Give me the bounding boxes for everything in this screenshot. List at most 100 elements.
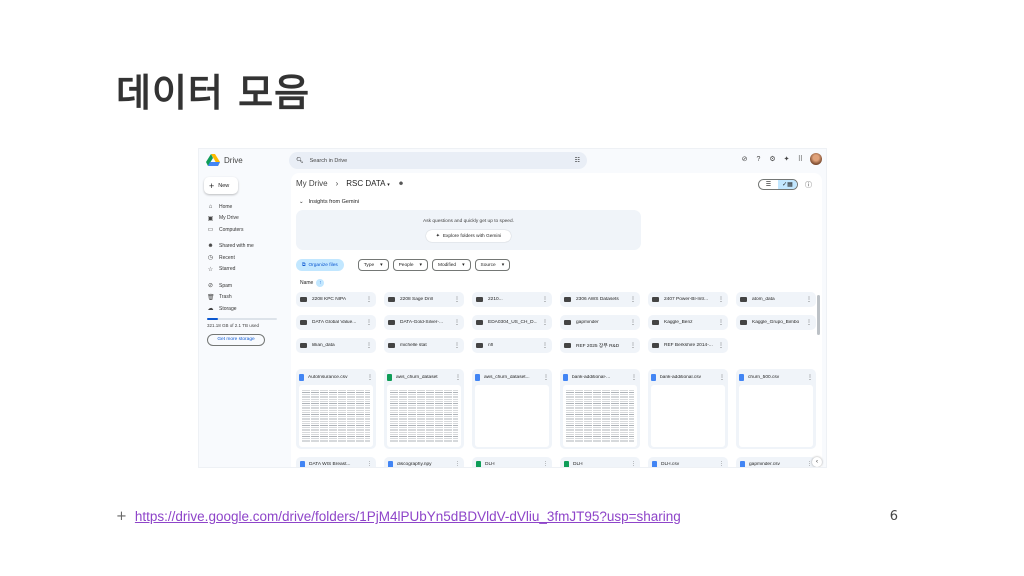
file-card[interactable]: churn_500.csv ⋮ [736, 369, 816, 449]
search-bar[interactable]: 🔍︎ Search in Drive ☷ [289, 152, 587, 169]
scrollbar[interactable] [817, 295, 820, 335]
file-card[interactable]: DLH ⋮ [560, 457, 640, 467]
sidebar-item-starred[interactable]: ☆ Starred [207, 264, 287, 276]
more-options-icon[interactable]: ⋮ [806, 319, 812, 326]
file-card[interactable]: bank-additional-... ⋮ [560, 369, 640, 449]
link-line: + https://drive.google.com/drive/folders… [116, 509, 681, 524]
more-options-icon[interactable]: ⋮ [542, 342, 548, 349]
folder-item[interactable]: nfl ⋮ [472, 338, 552, 353]
list-view-icon[interactable]: ☰ [759, 180, 778, 189]
folder-item[interactable]: 2208 Sage Drill ⋮ [384, 292, 464, 307]
sidebar-item-computers[interactable]: ▭ Computers [207, 224, 287, 236]
more-options-icon[interactable]: ⋮ [455, 462, 460, 467]
more-options-icon[interactable]: ⋮ [543, 374, 549, 381]
folder-item[interactable]: 2306 AWS Datasets ⋮ [560, 292, 640, 307]
settings-icon[interactable]: ⚙ [768, 155, 777, 163]
sidebar-item-storage[interactable]: ☁ Storage [207, 303, 287, 315]
more-options-icon[interactable]: ⋮ [454, 319, 460, 326]
more-options-icon[interactable]: ⋮ [630, 296, 636, 303]
file-name: DLH [573, 461, 583, 467]
ready-offline-icon[interactable]: ⊘ [740, 155, 749, 163]
more-options-icon[interactable]: ⋮ [631, 374, 637, 381]
folder-item[interactable]: 2210... ⋮ [472, 292, 552, 307]
more-options-icon[interactable]: ⋮ [630, 319, 636, 326]
insights-header[interactable]: ⌄ Insights from Gemini [299, 199, 359, 205]
sidebar-item-spam[interactable]: ⊘ Spam [207, 280, 287, 292]
sort-arrow-up-icon[interactable]: ↑ [316, 279, 325, 287]
grid-view-icon[interactable]: ✓▦ [778, 180, 797, 189]
file-card[interactable]: gapminder.csv ⋮ [736, 457, 816, 467]
more-options-icon[interactable]: ⋮ [366, 342, 372, 349]
file-card[interactable]: aws_churn_dataset... ⋮ [472, 369, 552, 449]
file-card[interactable]: discography.npy ⋮ [384, 457, 464, 467]
help-icon[interactable]: ? [754, 156, 763, 163]
folder-item[interactable]: REF 2025 장부 R&D ⋮ [560, 338, 640, 353]
avatar[interactable] [810, 153, 822, 165]
folder-item[interactable]: 2208 KPC NIPA ⋮ [296, 292, 376, 307]
more-options-icon[interactable]: ⋮ [455, 374, 461, 381]
sidebar-item-shared[interactable]: ☻ Shared with me [207, 241, 287, 253]
search-options-icon[interactable]: ☷ [575, 157, 580, 164]
more-options-icon[interactable]: ⋮ [367, 374, 373, 381]
filter-source[interactable]: Source ▾ [474, 259, 511, 271]
more-options-icon[interactable]: ⋮ [718, 319, 724, 326]
sort-by-name[interactable]: Name ↑ [300, 279, 325, 287]
file-card[interactable]: aws_churn_dataset ⋮ [384, 369, 464, 449]
more-options-icon[interactable]: ⋮ [718, 296, 724, 303]
more-options-icon[interactable]: ⋮ [542, 319, 548, 326]
home-icon: ⌂ [208, 203, 213, 210]
file-card[interactable]: DLH ⋮ [472, 457, 552, 467]
folder-item[interactable]: Kaggle_Benz ⋮ [648, 315, 728, 330]
info-icon[interactable]: ⓘ [805, 180, 812, 190]
file-card[interactable]: bank-additional.csv ⋮ [648, 369, 728, 449]
drive-logo[interactable]: Drive [206, 154, 243, 166]
explore-gemini-button[interactable]: ✦ Explore folders with Gemini [426, 230, 511, 242]
more-options-icon[interactable]: ⋮ [807, 374, 813, 381]
file-card[interactable]: DATA WIS Breast... ⋮ [296, 457, 376, 467]
more-options-icon[interactable]: ⋮ [719, 462, 724, 467]
folder-item[interactable]: DATA Global Value... ⋮ [296, 315, 376, 330]
folder-item[interactable]: gapminder ⋮ [560, 315, 640, 330]
scroll-left-icon[interactable]: ‹ [812, 457, 822, 467]
folder-item[interactable]: Kaggle_Grupo_Bimbo ⋮ [736, 315, 816, 330]
get-storage-button[interactable]: Get more storage [207, 333, 265, 346]
filter-type[interactable]: Type ▾ [357, 259, 389, 271]
more-options-icon[interactable]: ⋮ [543, 462, 548, 467]
apps-grid-icon[interactable]: ⠿ [796, 155, 805, 163]
more-options-icon[interactable]: ⋮ [454, 342, 460, 349]
more-options-icon[interactable]: ⋮ [542, 296, 548, 303]
search-input[interactable]: Search in Drive [310, 158, 569, 164]
folder-item[interactable]: DATA-Gold-Silver-... ⋮ [384, 315, 464, 330]
breadcrumb-root[interactable]: My Drive [296, 179, 328, 188]
sidebar-item-my-drive[interactable]: ▣ My Drive [207, 213, 287, 225]
folder-item[interactable]: michelle stat ⋮ [384, 338, 464, 353]
filter-people[interactable]: People ▾ [392, 259, 428, 271]
sidebar-item-trash[interactable]: 🗑︎ Trash [207, 292, 287, 304]
drive-folder-link[interactable]: https://drive.google.com/drive/folders/1… [135, 509, 681, 524]
folder-item[interactable]: 2407 Power-BI-Intr... ⋮ [648, 292, 728, 307]
folder-item[interactable]: atom_data ⋮ [736, 292, 816, 307]
more-options-icon[interactable]: ⋮ [718, 342, 724, 349]
shared-folder-icon[interactable]: ☻ [398, 181, 404, 187]
more-options-icon[interactable]: ⋮ [630, 342, 636, 349]
breadcrumb-current[interactable]: RSC DATA ▾ [346, 179, 390, 188]
gemini-icon[interactable]: ✦ [782, 155, 791, 163]
file-card[interactable]: DLH.csv ⋮ [648, 457, 728, 467]
view-toggle[interactable]: ☰ ✓▦ [758, 179, 798, 190]
more-options-icon[interactable]: ⋮ [366, 296, 372, 303]
file-card[interactable]: AutoInsurance.csv ⋮ [296, 369, 376, 449]
filter-modified[interactable]: Modified ▾ [431, 259, 471, 271]
more-options-icon[interactable]: ⋮ [366, 319, 372, 326]
more-options-icon[interactable]: ⋮ [806, 296, 812, 303]
organize-files-button[interactable]: ⧉ Organize files [296, 259, 344, 271]
more-options-icon[interactable]: ⋮ [631, 462, 636, 467]
sidebar-item-recent[interactable]: ◷ Recent [207, 252, 287, 264]
folder-item[interactable]: lillian_data ⋮ [296, 338, 376, 353]
sidebar-item-home[interactable]: ⌂ Home [207, 201, 287, 213]
folder-item[interactable]: REF Berkshire 2014-... ⋮ [648, 338, 728, 353]
more-options-icon[interactable]: ⋮ [719, 374, 725, 381]
more-options-icon[interactable]: ⋮ [367, 462, 372, 467]
more-options-icon[interactable]: ⋮ [454, 296, 460, 303]
folder-item[interactable]: EDA0304_US_CH_D... ⋮ [472, 315, 552, 330]
new-button[interactable]: + New [204, 177, 238, 194]
